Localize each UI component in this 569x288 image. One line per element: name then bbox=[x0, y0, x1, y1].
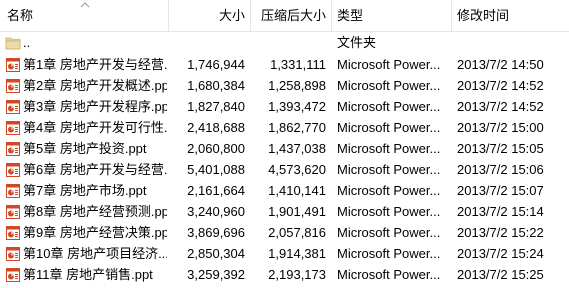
file-name: 第11章 房地产销售.ppt bbox=[23, 267, 153, 282]
file-name: 第4章 房地产开发可行性... bbox=[23, 120, 167, 135]
file-size: 2,060,800 bbox=[187, 141, 245, 156]
file-row[interactable]: 第6章 房地产开发与经营... 5,401,088 4,573,620 Micr… bbox=[0, 159, 569, 180]
file-name: 第9章 房地产经营决策.ppt bbox=[23, 225, 167, 240]
column-divider[interactable] bbox=[331, 0, 332, 31]
file-modified: 2013/7/2 15:25 bbox=[457, 267, 544, 282]
powerpoint-file-icon bbox=[5, 183, 21, 199]
file-modified: 2013/7/2 15:24 bbox=[457, 246, 544, 261]
file-type: Microsoft Power... bbox=[337, 162, 441, 177]
file-size: 2,850,304 bbox=[187, 246, 245, 261]
file-compressed-size: 2,057,816 bbox=[268, 225, 326, 240]
column-header-row: 名称 大小 压缩后大小 类型 修改时间 bbox=[0, 0, 569, 32]
file-list: .. 文件夹 第1章 房地产开发与经营... 1,746,944 1,331,1… bbox=[0, 32, 569, 285]
file-type: Microsoft Power... bbox=[337, 246, 441, 261]
file-row[interactable]: 第2章 房地产开发概述.ppt 1,680,384 1,258,898 Micr… bbox=[0, 75, 569, 96]
sort-ascending-icon bbox=[80, 2, 90, 8]
file-size: 3,259,392 bbox=[187, 267, 245, 282]
powerpoint-file-icon bbox=[5, 120, 21, 136]
file-name: 第8章 房地产经营预测.ppt bbox=[23, 204, 167, 219]
file-row[interactable]: 第10章 房地产项目经济... 2,850,304 1,914,381 Micr… bbox=[0, 243, 569, 264]
file-type: Microsoft Power... bbox=[337, 120, 441, 135]
file-row[interactable]: 第8章 房地产经营预测.ppt 3,240,960 1,901,491 Micr… bbox=[0, 201, 569, 222]
powerpoint-file-icon bbox=[5, 204, 21, 220]
file-modified: 2013/7/2 14:52 bbox=[457, 78, 544, 93]
file-type: Microsoft Power... bbox=[337, 57, 441, 72]
file-compressed-size: 1,331,111 bbox=[270, 57, 326, 72]
powerpoint-file-icon bbox=[5, 267, 21, 283]
file-type: Microsoft Power... bbox=[337, 267, 441, 282]
file-size: 3,869,696 bbox=[187, 225, 245, 240]
file-name: 第6章 房地产开发与经营... bbox=[23, 162, 167, 177]
file-compressed-size: 1,862,770 bbox=[268, 120, 326, 135]
powerpoint-file-icon bbox=[5, 162, 21, 178]
column-divider[interactable] bbox=[168, 0, 169, 31]
file-compressed-size: 1,393,472 bbox=[268, 99, 326, 114]
file-modified: 2013/7/2 15:05 bbox=[457, 141, 544, 156]
file-modified: 2013/7/2 14:50 bbox=[457, 57, 544, 72]
file-row[interactable]: 第9章 房地产经营决策.ppt 3,869,696 2,057,816 Micr… bbox=[0, 222, 569, 243]
column-header-modified[interactable]: 修改时间 bbox=[457, 0, 509, 31]
column-header-size[interactable]: 大小 bbox=[172, 0, 245, 31]
file-name: 第7章 房地产市场.ppt bbox=[23, 183, 147, 198]
file-size: 1,746,944 bbox=[187, 57, 245, 72]
file-modified: 2013/7/2 15:06 bbox=[457, 162, 544, 177]
file-compressed-size: 1,410,141 bbox=[268, 183, 326, 198]
file-size: 3,240,960 bbox=[187, 204, 245, 219]
file-row[interactable]: 第3章 房地产开发程序.ppt 1,827,840 1,393,472 Micr… bbox=[0, 96, 569, 117]
file-type: Microsoft Power... bbox=[337, 99, 441, 114]
file-compressed-size: 1,437,038 bbox=[268, 141, 326, 156]
powerpoint-file-icon bbox=[5, 141, 21, 157]
file-row[interactable]: 第5章 房地产投资.ppt 2,060,800 1,437,038 Micros… bbox=[0, 138, 569, 159]
file-size: 1,680,384 bbox=[187, 78, 245, 93]
file-type: Microsoft Power... bbox=[337, 78, 441, 93]
file-name: 第2章 房地产开发概述.ppt bbox=[23, 78, 167, 93]
file-compressed-size: 1,901,491 bbox=[268, 204, 326, 219]
column-header-type[interactable]: 类型 bbox=[337, 0, 363, 31]
file-size: 2,161,664 bbox=[187, 183, 245, 198]
file-name: 第1章 房地产开发与经营... bbox=[23, 57, 167, 72]
file-modified: 2013/7/2 15:07 bbox=[457, 183, 544, 198]
file-name: 第5章 房地产投资.ppt bbox=[23, 141, 147, 156]
file-compressed-size: 1,258,898 bbox=[268, 78, 326, 93]
file-size: 5,401,088 bbox=[187, 162, 245, 177]
file-modified: 2013/7/2 15:22 bbox=[457, 225, 544, 240]
column-header-compressed-size[interactable]: 压缩后大小 bbox=[250, 0, 326, 31]
file-name: 第3章 房地产开发程序.ppt bbox=[23, 99, 167, 114]
column-header-name[interactable]: 名称 bbox=[7, 0, 33, 31]
file-row[interactable]: 第4章 房地产开发可行性... 2,418,688 1,862,770 Micr… bbox=[0, 117, 569, 138]
file-compressed-size: 2,193,173 bbox=[268, 267, 326, 282]
file-size: 1,827,840 bbox=[187, 99, 245, 114]
powerpoint-file-icon bbox=[5, 57, 21, 73]
file-compressed-size: 1,914,381 bbox=[268, 246, 326, 261]
file-type: Microsoft Power... bbox=[337, 141, 441, 156]
file-modified: 2013/7/2 14:52 bbox=[457, 99, 544, 114]
file-modified: 2013/7/2 15:14 bbox=[457, 204, 544, 219]
powerpoint-file-icon bbox=[5, 78, 21, 94]
column-divider[interactable] bbox=[451, 0, 452, 31]
file-row[interactable]: 第1章 房地产开发与经营... 1,746,944 1,331,111 Micr… bbox=[0, 54, 569, 75]
file-name: 第10章 房地产项目经济... bbox=[23, 246, 167, 261]
file-name: .. bbox=[23, 35, 31, 50]
file-type: 文件夹 bbox=[337, 35, 377, 50]
powerpoint-file-icon bbox=[5, 246, 21, 262]
folder-icon bbox=[5, 37, 21, 50]
file-row[interactable]: 第7章 房地产市场.ppt 2,161,664 1,410,141 Micros… bbox=[0, 180, 569, 201]
file-row[interactable]: 第11章 房地产销售.ppt 3,259,392 2,193,173 Micro… bbox=[0, 264, 569, 285]
powerpoint-file-icon bbox=[5, 99, 21, 115]
parent-folder-row[interactable]: .. 文件夹 bbox=[0, 32, 569, 54]
file-compressed-size: 4,573,620 bbox=[268, 162, 326, 177]
powerpoint-file-icon bbox=[5, 225, 21, 241]
file-size: 2,418,688 bbox=[187, 120, 245, 135]
file-type: Microsoft Power... bbox=[337, 225, 441, 240]
file-modified: 2013/7/2 15:00 bbox=[457, 120, 544, 135]
file-type: Microsoft Power... bbox=[337, 204, 441, 219]
file-type: Microsoft Power... bbox=[337, 183, 441, 198]
